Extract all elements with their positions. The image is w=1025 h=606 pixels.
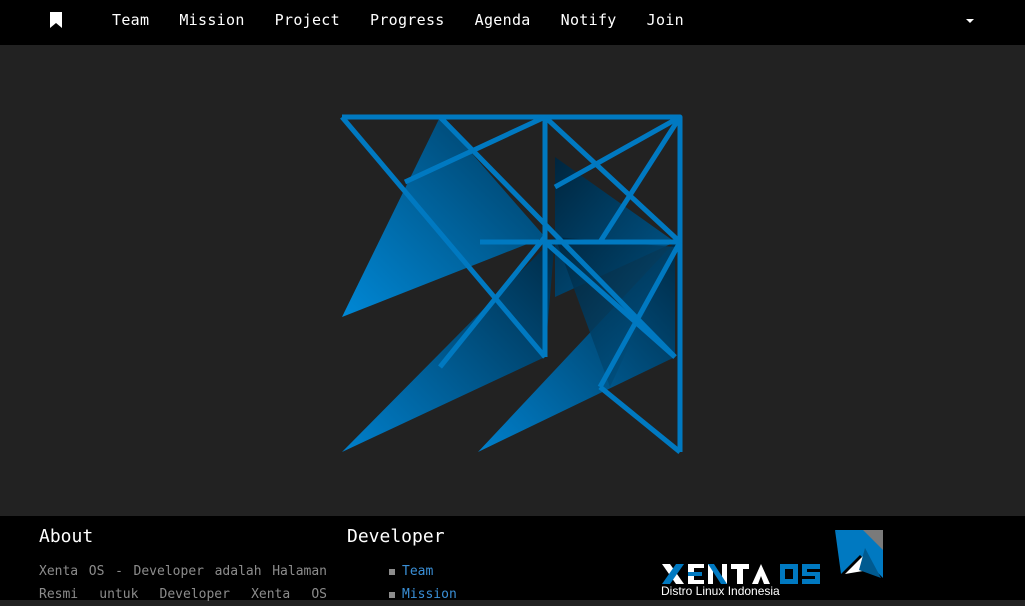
nav-item-progress[interactable]: Progress	[355, 0, 460, 40]
hero-section	[0, 45, 1025, 516]
list-item: Mission	[389, 583, 457, 606]
list-item: Team	[389, 560, 457, 583]
nav-menu: Team Mission Project Progress Agenda Not…	[97, 0, 699, 40]
nav-item-mission[interactable]: Mission	[164, 0, 259, 40]
nav-item-join[interactable]: Join	[632, 0, 699, 40]
nav-item-team[interactable]: Team	[97, 0, 164, 40]
nav-item-notify[interactable]: Notify	[546, 0, 632, 40]
bookmark-icon[interactable]	[49, 12, 63, 28]
about-text: Xenta OS - Developer adalah Halaman Resm…	[39, 564, 327, 602]
about-heading: About	[39, 526, 94, 547]
footer: About Xenta OS - Developer adalah Halama…	[0, 516, 1025, 602]
brand-tagline: Distro Linux Indonesia	[661, 584, 780, 598]
developer-heading: Developer	[347, 526, 445, 547]
bullet-icon	[389, 568, 395, 575]
bullet-icon	[389, 591, 395, 598]
nav-item-agenda[interactable]: Agenda	[460, 0, 546, 40]
developer-links: Team Mission	[389, 560, 457, 606]
footer-link-team[interactable]: Team	[402, 564, 433, 579]
nav-item-project[interactable]: Project	[260, 0, 355, 40]
xenta-geometric-logo	[340, 114, 683, 454]
top-navbar: Team Mission Project Progress Agenda Not…	[0, 0, 1025, 45]
caret-down-icon[interactable]	[963, 16, 977, 26]
